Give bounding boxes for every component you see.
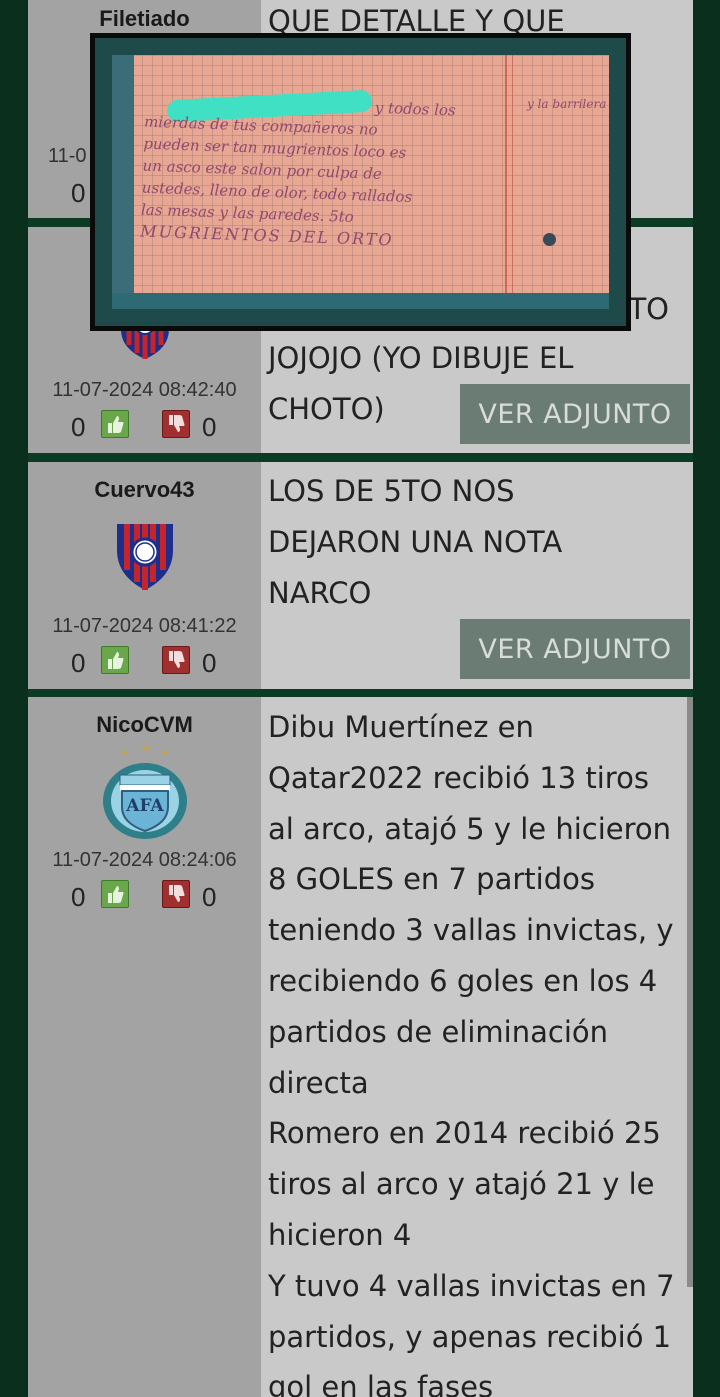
attachment-frame: y todos los mierdas de tus compañeros no… — [95, 38, 626, 326]
note-handwriting: y todos los mierdas de tus compañeros no… — [140, 99, 514, 256]
thumbs-up-icon[interactable] — [101, 646, 129, 674]
view-attachment-button[interactable]: VER ADJUNTO — [460, 619, 690, 679]
post-message: LOS DE 5TO NOS DEJARON UNA NOTA NARCO VE… — [261, 462, 693, 689]
message-paragraph: Y tuvo 4 vallas invictas en 7 partidos, … — [268, 1268, 675, 1397]
down-vote-count: 0 — [202, 882, 217, 912]
vote-bar: 0 0 — [28, 646, 261, 678]
note-background-edge — [112, 293, 609, 309]
up-vote-count: 0 — [71, 412, 86, 442]
svg-text:AFA: AFA — [125, 796, 164, 816]
afa-crest-icon: AFA — [100, 745, 190, 845]
post-message: Dibu Muertínez en Qatar2022 recibió 13 t… — [261, 697, 693, 1397]
message-scrollbar[interactable] — [687, 697, 693, 1287]
thumbs-up-icon[interactable] — [101, 410, 129, 438]
up-vote-count: 0 — [71, 648, 86, 678]
post-user-column: NicoCVM AFA 11-07-2024 08:24:06 0 0 — [28, 697, 261, 1397]
post-datetime: 11-07-2024 08:41:22 — [52, 615, 237, 637]
san-lorenzo-crest-icon — [115, 522, 175, 596]
message-line: TO — [628, 292, 669, 326]
up-vote-count: 0 — [71, 882, 86, 912]
message-paragraph: Dibu Muertínez en Qatar2022 recibió 13 t… — [268, 710, 674, 1100]
message-line: CHOTO) — [268, 392, 385, 426]
pin-icon — [543, 233, 556, 246]
vote-bar: 0 0 — [28, 410, 261, 442]
note-background-edge — [112, 55, 134, 309]
post-datetime: 11-07-2024 08:42:40 — [52, 379, 237, 401]
down-vote-count: 0 — [202, 648, 217, 678]
vote-bar: 0 0 — [28, 880, 261, 912]
message-paragraph: Romero en 2014 recibió 25 tiros al arco … — [268, 1116, 661, 1252]
thumbs-down-icon[interactable] — [162, 646, 190, 674]
post-datetime: 11-07-2024 08:24:06 — [52, 849, 237, 871]
username[interactable]: NicoCVM — [28, 712, 261, 738]
thumbs-down-icon[interactable] — [162, 410, 190, 438]
username[interactable]: Cuervo43 — [28, 477, 261, 503]
post-3: Cuervo43 11-07-2024 08:41:22 0 0 LOS DE … — [28, 462, 693, 689]
up-vote-count: 0 — [71, 178, 86, 208]
thumbs-down-icon[interactable] — [162, 880, 190, 908]
thumbs-up-icon[interactable] — [101, 880, 129, 908]
down-vote-count: 0 — [202, 412, 217, 442]
page-left-edge — [0, 0, 28, 1397]
post-user-column: Cuervo43 11-07-2024 08:41:22 0 0 — [28, 462, 261, 689]
username[interactable]: Filetiado — [28, 6, 261, 32]
message-line: JOJOJO (YO DIBUJE EL — [268, 341, 574, 375]
view-attachment-button[interactable]: VER ADJUNTO — [460, 384, 690, 444]
page-right-edge — [693, 0, 720, 1397]
post-4: NicoCVM AFA 11-07-2024 08:24:06 0 0 Dibu… — [28, 697, 693, 1397]
message-text: LOS DE 5TO NOS DEJARON UNA NOTA NARCO — [268, 474, 563, 610]
attachment-overlay[interactable]: y todos los mierdas de tus compañeros no… — [90, 33, 631, 331]
note-corner-text: y la barrilera — [527, 97, 607, 111]
attachment-image-note[interactable]: y todos los mierdas de tus compañeros no… — [112, 55, 609, 309]
